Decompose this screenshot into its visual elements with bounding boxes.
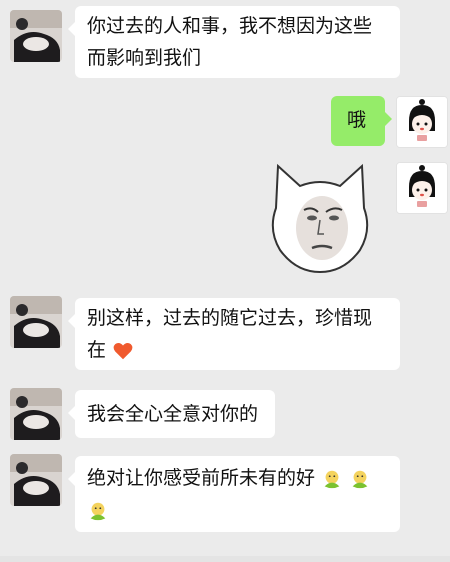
my-avatar[interactable]	[396, 96, 448, 148]
message-text: 绝对让你感受前所未有的好	[87, 467, 316, 489]
heart-emoji-icon	[113, 342, 133, 359]
contact-avatar[interactable]	[10, 296, 62, 348]
message-text-line: 别这样，过去的随它过去，珍惜现	[87, 307, 373, 329]
green-sprout-emoji-icon	[324, 470, 340, 488]
message-bubble[interactable]: 别这样，过去的随它过去，珍惜现 在	[68, 298, 400, 370]
message-text-line: 你过去的人和事，我不想因为这些	[87, 15, 373, 37]
panda-photo-icon	[10, 296, 62, 348]
message-text: 哦	[347, 109, 367, 131]
message-text-line: 在	[87, 334, 388, 366]
my-avatar[interactable]	[396, 162, 448, 214]
sent-message-bubble[interactable]: 哦	[331, 96, 392, 146]
contact-avatar[interactable]	[10, 388, 62, 440]
message-bubble[interactable]: 我会全心全意对你的	[68, 390, 275, 438]
message-text-line: 而影响到我们	[87, 47, 202, 69]
panda-photo-icon	[10, 454, 62, 506]
message-bubble[interactable]: 你过去的人和事，我不想因为这些 而影响到我们	[68, 6, 400, 78]
cartoon-girl-icon	[397, 163, 447, 213]
bottom-edge	[0, 556, 450, 562]
panda-photo-icon	[10, 10, 62, 62]
panda-photo-icon	[10, 388, 62, 440]
contact-avatar[interactable]	[10, 454, 62, 506]
sticker-message[interactable]	[260, 158, 380, 282]
chat-window: 你过去的人和事，我不想因为这些 而影响到我们 哦 别这样，过去的随它过去，珍惜现…	[0, 0, 450, 562]
panda-cat-face-meme-icon	[271, 163, 369, 274]
message-text: 我会全心全意对你的	[87, 403, 259, 425]
cartoon-girl-icon	[397, 97, 447, 147]
message-text-line	[87, 494, 388, 526]
message-text: 在	[87, 339, 107, 361]
contact-avatar[interactable]	[10, 10, 62, 62]
message-text-line: 绝对让你感受前所未有的好	[87, 462, 388, 494]
green-sprout-emoji-icon	[352, 470, 368, 488]
green-sprout-emoji-icon	[90, 502, 106, 520]
message-bubble[interactable]: 绝对让你感受前所未有的好	[68, 456, 400, 532]
